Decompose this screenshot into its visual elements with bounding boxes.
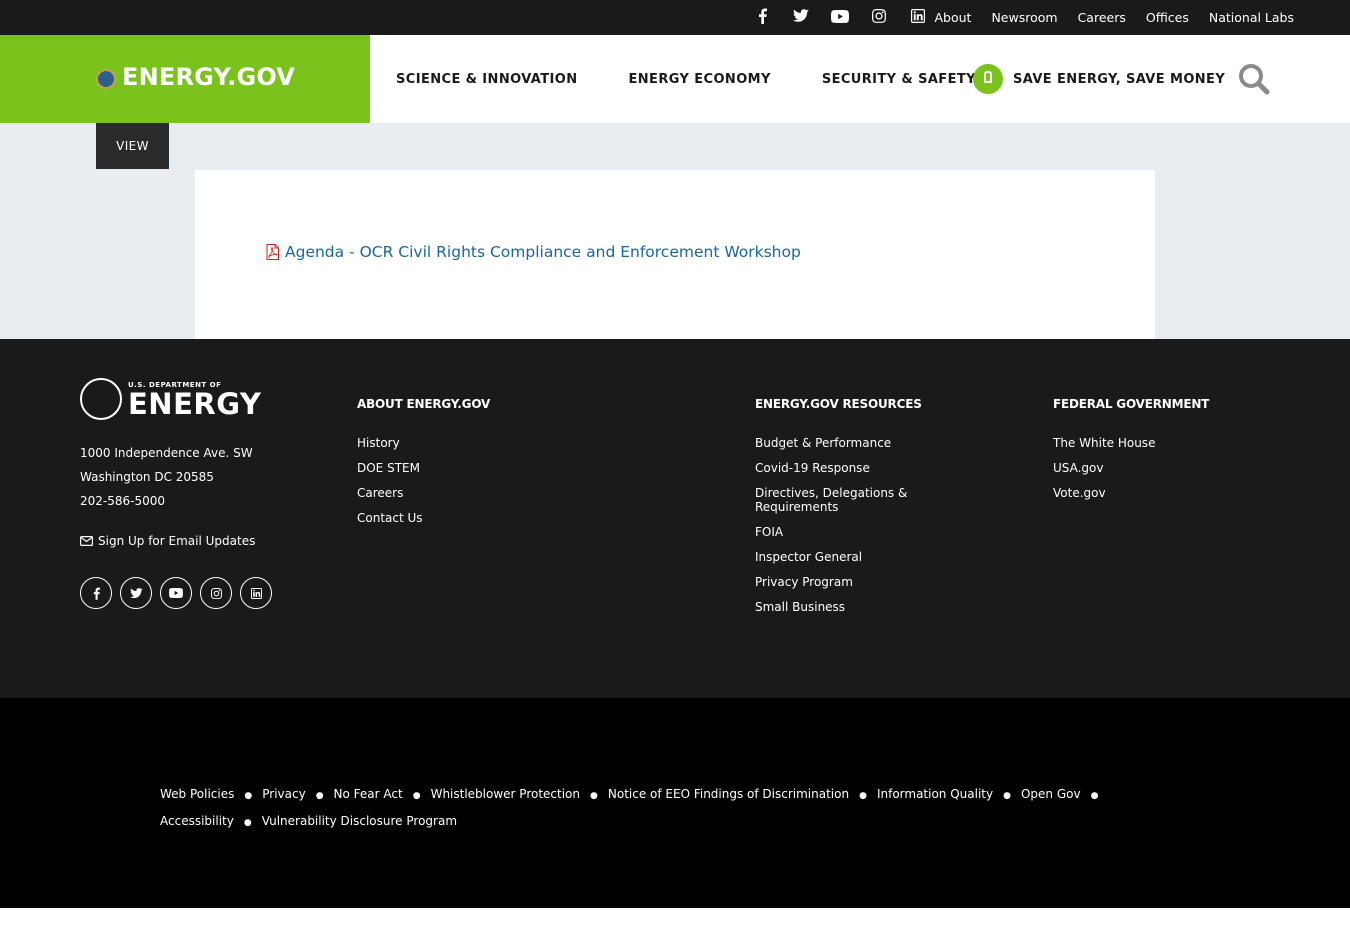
footer-col-title: ENERGY.GOV RESOURCES (755, 397, 922, 411)
utility-social-links (752, 0, 928, 35)
twitter-icon[interactable] (120, 577, 152, 609)
footer-link-small-business[interactable]: Small Business (755, 600, 945, 614)
twitter-icon[interactable] (791, 8, 811, 27)
legal-link-web-policies[interactable]: Web Policies (160, 787, 234, 801)
separator-dot: ● (859, 791, 867, 801)
site-footer: U.S. DEPARTMENT OF ENERGY 1000 Independe… (0, 339, 1350, 698)
utility-link-careers[interactable]: Careers (1078, 10, 1126, 25)
footer-link-directives[interactable]: Directives, Delegations & Requirements (755, 486, 945, 514)
footer-link-budget[interactable]: Budget & Performance (755, 436, 945, 450)
legal-footer: Web Policies ● Privacy ● No Fear Act ● Whistle… (0, 698, 1350, 908)
view-tab[interactable]: VIEW (96, 123, 169, 169)
footer-link-careers[interactable]: Careers (357, 486, 657, 500)
instagram-icon[interactable] (200, 577, 232, 609)
legal-link-information-quality[interactable]: Information Quality (877, 787, 993, 801)
search-icon[interactable] (1238, 63, 1270, 95)
site-header: ENERGY.GOV SCIENCE & INNOVATION ENERGY E… (0, 35, 1350, 123)
footer-link-white-house[interactable]: The White House (1053, 436, 1273, 450)
nav-energy-economy[interactable]: ENERGY ECONOMY (628, 72, 770, 87)
pdf-file-icon (266, 244, 279, 260)
footer-link-vote-gov[interactable]: Vote.gov (1053, 486, 1273, 500)
nav-save-energy[interactable]: SAVE ENERGY, SAVE MONEY (1013, 72, 1225, 87)
footer-col-federal: FEDERAL GOVERNMENT The White House USA.g… (1053, 397, 1273, 511)
save-energy-nav: SAVE ENERGY, SAVE MONEY (1013, 35, 1225, 123)
legal-link-vulnerability-disclosure[interactable]: Vulnerability Disclosure Program (262, 814, 457, 828)
separator-dot: ● (1090, 791, 1099, 801)
youtube-icon[interactable] (830, 8, 850, 27)
footer-link-covid[interactable]: Covid-19 Response (755, 461, 945, 475)
phone-number: 202-586-5000 (80, 494, 166, 508)
legal-link-whistleblower[interactable]: Whistleblower Protection (431, 787, 580, 801)
instagram-icon[interactable] (869, 8, 889, 27)
footer-col-resources: ENERGY.GOV RESOURCES Budget & Performanc… (755, 397, 945, 625)
footer-doe-logo[interactable]: U.S. DEPARTMENT OF ENERGY (80, 378, 261, 422)
youtube-icon[interactable] (160, 577, 192, 609)
separator-dot: ● (243, 818, 252, 828)
email-updates-link[interactable]: Sign Up for Email Updates (80, 534, 255, 548)
facebook-icon[interactable] (752, 8, 772, 28)
legal-link-eeo-findings[interactable]: Notice of EEO Findings of Discrimination (608, 787, 849, 801)
separator-dot: ● (244, 791, 253, 801)
doe-seal-icon (80, 378, 122, 420)
utility-links: About Newsroom Careers Offices National … (934, 0, 1294, 35)
address-line-2: Washington DC 20585 (80, 470, 214, 484)
separator-dot: ● (1003, 791, 1011, 801)
footer-social-links (80, 577, 272, 609)
main-nav: SCIENCE & INNOVATION ENERGY ECONOMY SECU… (396, 35, 976, 123)
footer-link-history[interactable]: History (357, 436, 657, 450)
separator-dot: ● (590, 791, 598, 801)
agenda-document-link[interactable]: Agenda - OCR Civil Rights Compliance and… (285, 243, 801, 261)
footer-col-title: ABOUT ENERGY.GOV (357, 397, 491, 411)
content-card: Agenda - OCR Civil Rights Compliance and… (195, 170, 1155, 339)
footer-link-privacy-program[interactable]: Privacy Program (755, 575, 945, 589)
brand-logo[interactable]: ENERGY.GOV (0, 35, 370, 123)
document-link-row: Agenda - OCR Civil Rights Compliance and… (266, 243, 801, 261)
separator-dot: ● (315, 791, 324, 801)
linkedin-icon[interactable] (908, 8, 928, 27)
nav-security-safety[interactable]: SECURITY & SAFETY (822, 72, 976, 87)
envelope-icon (80, 536, 93, 546)
utility-link-offices[interactable]: Offices (1146, 10, 1189, 25)
doe-seal-icon (96, 69, 116, 89)
nav-science-innovation[interactable]: SCIENCE & INNOVATION (396, 72, 577, 87)
footer-link-inspector-general[interactable]: Inspector General (755, 550, 945, 564)
footer-col-title: FEDERAL GOVERNMENT (1053, 397, 1210, 411)
legal-link-open-gov[interactable]: Open Gov (1021, 787, 1081, 801)
utility-link-about[interactable]: About (934, 10, 971, 25)
footer-col-about: ABOUT ENERGY.GOV History DOE STEM Career… (357, 397, 657, 536)
separator-dot: ● (412, 791, 421, 801)
footer-link-foia[interactable]: FOIA (755, 525, 945, 539)
utility-bar: About Newsroom Careers Offices National … (0, 0, 1350, 35)
legal-links: Web Policies ● Privacy ● No Fear Act ● Whistle… (160, 782, 1120, 836)
facebook-icon[interactable] (80, 577, 112, 609)
email-updates-label: Sign Up for Email Updates (98, 534, 256, 548)
save-energy-icon (973, 64, 1003, 94)
linkedin-icon[interactable] (240, 577, 272, 609)
footer-link-contact-us[interactable]: Contact Us (357, 511, 657, 525)
footer-link-doe-stem[interactable]: DOE STEM (357, 461, 657, 475)
footer-link-usa-gov[interactable]: USA.gov (1053, 461, 1273, 475)
legal-link-no-fear-act[interactable]: No Fear Act (334, 787, 403, 801)
utility-link-newsroom[interactable]: Newsroom (991, 10, 1057, 25)
utility-link-national-labs[interactable]: National Labs (1209, 10, 1294, 25)
brand-name: ENERGY.GOV (122, 63, 296, 91)
legal-link-privacy[interactable]: Privacy (262, 787, 305, 801)
main-content: VIEW Agenda - OCR Civil Rights Complianc… (0, 123, 1350, 339)
footer-logo-energy: ENERGY (128, 387, 262, 421)
address-line-1: 1000 Independence Ave. SW (80, 446, 253, 460)
legal-link-accessibility[interactable]: Accessibility (160, 814, 234, 828)
